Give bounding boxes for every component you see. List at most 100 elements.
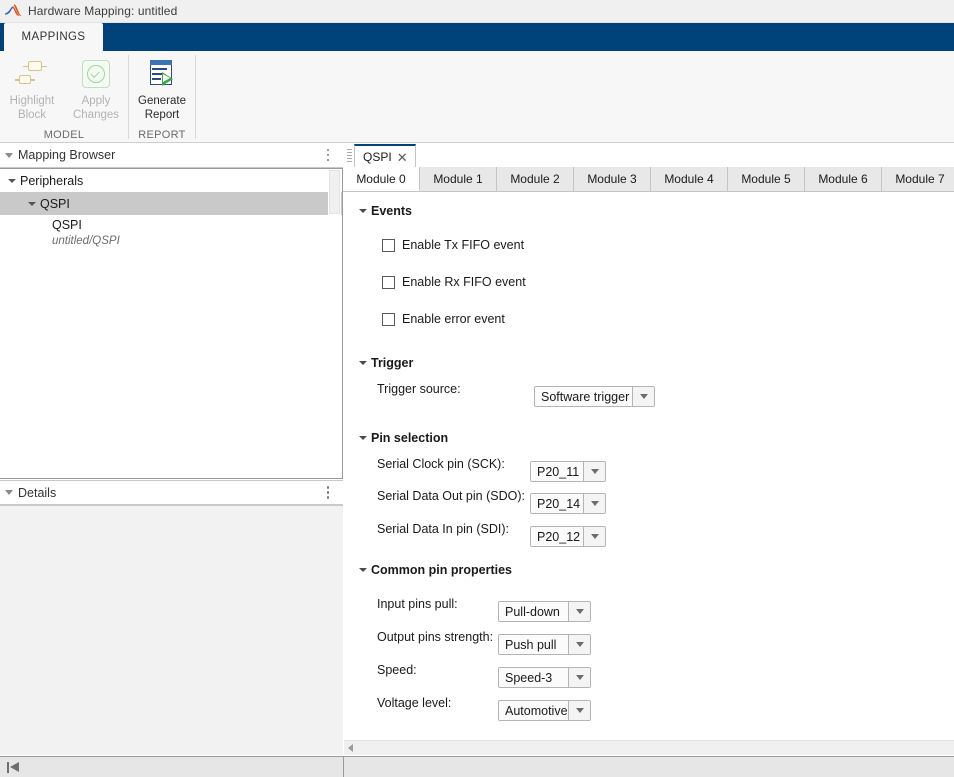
mapping-browser-title: Mapping Browser — [18, 148, 317, 162]
mapping-browser-tree[interactable]: Peripherals QSPI QSPI untitled/QSPI — [0, 168, 343, 479]
tree-leaf-path: untitled/QSPI — [52, 234, 342, 249]
checkbox-label: Enable Tx FIFO event — [402, 238, 524, 252]
dropdown-speed[interactable]: Speed-3 — [498, 667, 591, 688]
checkbox-rx-fifo-event[interactable] — [382, 276, 395, 289]
ribbon-group-model: Highlight Block Apply Changes MODEL — [0, 51, 128, 143]
tree-vertical-scrollbar[interactable] — [328, 170, 341, 479]
tab-module-2[interactable]: Module 2 — [497, 167, 574, 191]
details-panel-body — [0, 505, 343, 755]
checkbox-row-rx-fifo-event[interactable]: Enable Rx FIFO event — [382, 275, 526, 289]
form-horizontal-scrollbar[interactable] — [344, 740, 954, 755]
label-input-pins-pull: Input pins pull: — [377, 597, 458, 611]
tab-module-0[interactable]: Module 0 — [343, 167, 420, 191]
apply-changes-button[interactable]: Apply Changes — [64, 51, 128, 127]
checkbox-row-tx-fifo-event[interactable]: Enable Tx FIFO event — [382, 238, 524, 252]
tree-leaf-qspi-mapping[interactable]: QSPI untitled/QSPI — [0, 215, 342, 249]
drag-grip-icon[interactable] — [344, 143, 354, 168]
dropdown-serial-data-out-pin[interactable]: P20_14 — [530, 493, 606, 514]
dropdown-trigger-source[interactable]: Software trigger — [534, 386, 655, 407]
section-title: Pin selection — [371, 431, 448, 445]
tab-module-7[interactable]: Module 7 — [882, 167, 954, 191]
ribbon-tab-strip: MAPPINGS — [0, 23, 954, 51]
checkbox-row-error-event[interactable]: Enable error event — [382, 312, 505, 326]
dropdown-serial-clock-pin[interactable]: P20_11 — [530, 461, 606, 482]
hardware-mapping-window: Hardware Mapping: untitled MAPPINGS High… — [0, 0, 954, 777]
section-header-trigger[interactable]: Trigger — [359, 356, 413, 370]
dropdown-input-pins-pull[interactable]: Pull-down — [498, 601, 591, 622]
chevron-down-icon[interactable] — [569, 668, 590, 687]
skip-to-start-icon[interactable] — [7, 762, 20, 773]
ribbon-body: Highlight Block Apply Changes MODEL — [0, 51, 954, 143]
generate-report-button[interactable]: Generate Report — [129, 51, 195, 127]
chevron-down-icon[interactable] — [584, 494, 605, 513]
vertical-scroll-thumb[interactable] — [329, 170, 340, 214]
chevron-down-icon — [359, 209, 367, 213]
tab-module-6[interactable]: Module 6 — [805, 167, 882, 191]
tab-module-3[interactable]: Module 3 — [574, 167, 651, 191]
generate-report-label-1: Generate — [138, 95, 186, 107]
dropdown-value: Pull-down — [499, 602, 569, 621]
section-title: Common pin properties — [371, 563, 512, 577]
checkbox-label: Enable error event — [402, 312, 505, 326]
dropdown-value: Automotive — [499, 701, 569, 720]
ribbon-group-report-label: REPORT — [129, 127, 195, 143]
apply-changes-label-1: Apply — [82, 95, 111, 107]
highlight-block-icon — [15, 57, 49, 91]
chevron-down-icon[interactable] — [569, 602, 590, 621]
label-serial-data-in-pin: Serial Data In pin (SDI): — [377, 522, 509, 536]
triangle-left-icon[interactable] — [348, 744, 353, 752]
title-bar: Hardware Mapping: untitled — [0, 0, 954, 23]
dropdown-value: Software trigger — [535, 387, 633, 406]
checkbox-error-event[interactable] — [382, 313, 395, 326]
chevron-down-icon[interactable] — [584, 462, 605, 481]
document-tab-qspi[interactable]: QSPI ✕ — [354, 144, 416, 168]
details-kebab-menu-icon[interactable] — [317, 482, 339, 504]
chevron-down-icon[interactable] — [4, 179, 20, 183]
status-bar-divider — [343, 757, 344, 777]
chevron-down-icon[interactable] — [584, 527, 605, 546]
dropdown-value: Push pull — [499, 635, 569, 654]
details-collapse-icon[interactable] — [0, 490, 18, 495]
label-trigger-source: Trigger source: — [377, 382, 461, 396]
highlight-block-button[interactable]: Highlight Block — [0, 51, 64, 127]
module-settings-form: Events Enable Tx FIFO event Enable Rx FI… — [343, 192, 954, 740]
document-tab-label: QSPI — [363, 150, 392, 164]
label-serial-clock-pin: Serial Clock pin (SCK): — [377, 457, 505, 471]
dropdown-serial-data-in-pin[interactable]: P20_12 — [530, 526, 606, 547]
ribbon-tab-mappings[interactable]: MAPPINGS — [4, 23, 103, 51]
label-serial-data-out-pin: Serial Data Out pin (SDO): — [377, 489, 525, 503]
tab-module-5[interactable]: Module 5 — [728, 167, 805, 191]
section-header-pin-selection[interactable]: Pin selection — [359, 431, 448, 445]
tab-module-1[interactable]: Module 1 — [420, 167, 497, 191]
tree-row-label: Peripherals — [20, 174, 83, 188]
matlab-logo-icon — [4, 3, 22, 19]
section-header-common-pin-properties[interactable]: Common pin properties — [359, 563, 512, 577]
checkbox-tx-fifo-event[interactable] — [382, 239, 395, 252]
chevron-down-icon[interactable] — [24, 202, 40, 206]
chevron-down-icon[interactable] — [633, 387, 654, 406]
chevron-down-icon[interactable] — [569, 701, 590, 720]
apply-changes-label-2: Changes — [73, 109, 119, 121]
status-bar — [0, 756, 954, 777]
ribbon-group-divider-2 — [195, 55, 196, 139]
mapping-browser-collapse-icon[interactable] — [0, 153, 18, 158]
tab-module-4[interactable]: Module 4 — [651, 167, 728, 191]
tree-row-peripherals[interactable]: Peripherals — [0, 169, 342, 192]
chevron-down-icon[interactable] — [569, 635, 590, 654]
mapping-browser-header: Mapping Browser — [0, 143, 343, 168]
details-title: Details — [18, 486, 317, 500]
highlight-block-label-2: Block — [18, 109, 46, 121]
generate-report-label-2: Report — [145, 109, 180, 121]
label-output-pins-strength: Output pins strength: — [377, 630, 493, 644]
section-header-events[interactable]: Events — [359, 204, 412, 218]
document-tab-strip: QSPI ✕ — [343, 143, 954, 168]
module-tab-bar: Module 0 Module 1 Module 2 Module 3 Modu… — [343, 167, 954, 192]
tree-row-qspi[interactable]: QSPI — [0, 192, 342, 215]
dropdown-output-pins-strength[interactable]: Push pull — [498, 634, 591, 655]
dropdown-voltage-level[interactable]: Automotive — [498, 700, 591, 721]
mapping-browser-kebab-menu-icon[interactable] — [317, 144, 339, 166]
apply-changes-icon — [79, 57, 113, 91]
close-icon[interactable]: ✕ — [397, 151, 408, 164]
ribbon-group-model-label: MODEL — [0, 127, 128, 143]
chevron-down-icon — [359, 436, 367, 440]
